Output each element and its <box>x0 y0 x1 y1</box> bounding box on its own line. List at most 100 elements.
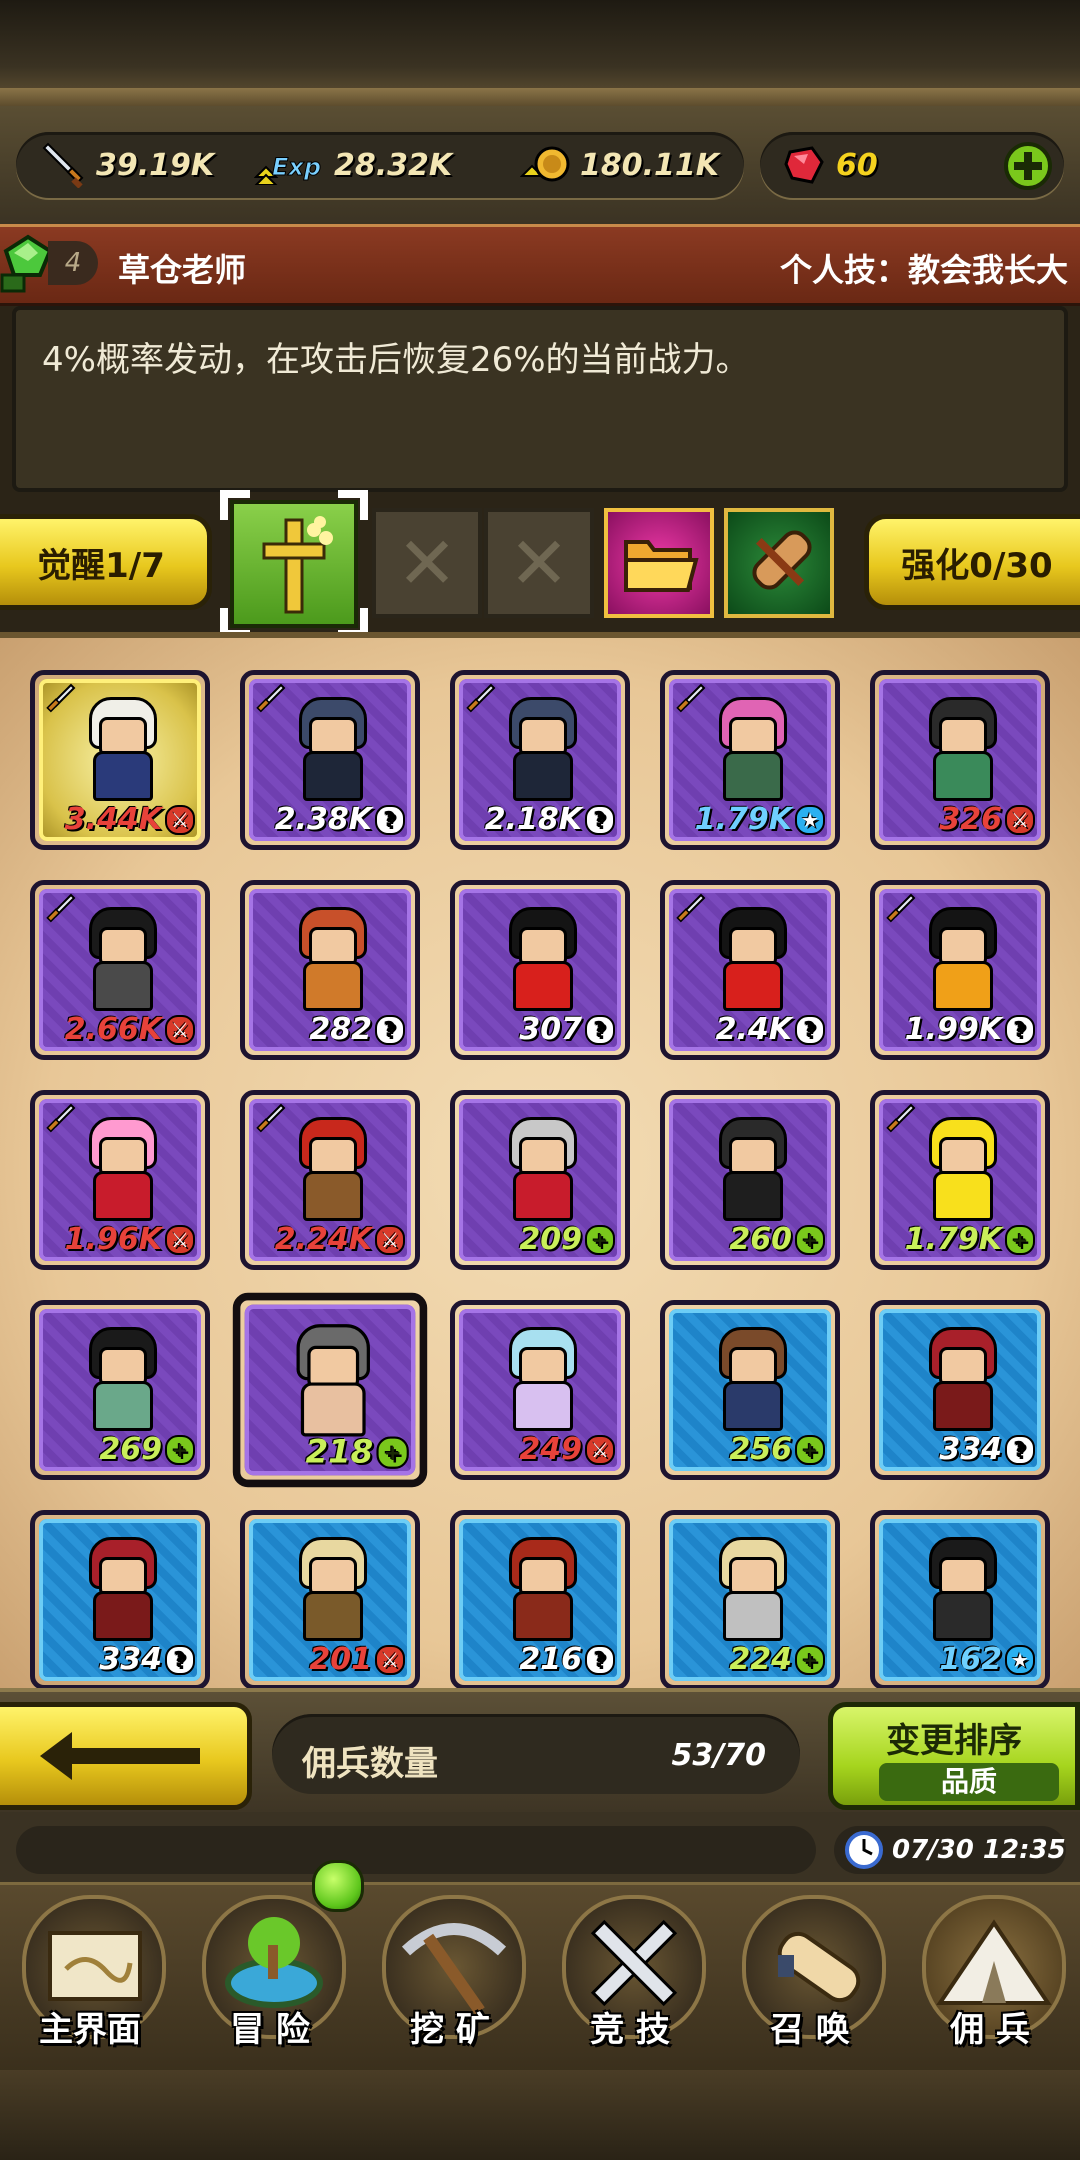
question-badge-icon: ? <box>165 1644 195 1675</box>
hero-portrait <box>293 907 367 1011</box>
hero-power: 1.96K ⚔ <box>65 1222 195 1257</box>
bottom-edge <box>0 2070 1080 2160</box>
hero-portrait <box>713 907 787 1011</box>
hero-card[interactable]: 1.79K ★ <box>660 670 840 850</box>
hero-power: 2.24K ⚔ <box>275 1222 405 1257</box>
nav-summon[interactable]: 召 唤 <box>720 1885 900 2073</box>
hero-portrait <box>713 1327 787 1431</box>
enhance-button[interactable]: 强化0/30 <box>864 514 1080 610</box>
attack-badge-icon: ⚔ <box>165 1014 195 1045</box>
hero-portrait <box>503 1537 577 1641</box>
exp-resource: Exp 28.32K <box>254 132 452 198</box>
nav-arena-label: 竞 技 <box>590 2010 670 2050</box>
equipped-sword-icon <box>676 893 706 923</box>
datetime: 07/30 12:35 <box>892 1835 1066 1865</box>
hero-card[interactable]: 1.79K + <box>870 1090 1050 1270</box>
hero-card[interactable]: 282? <box>240 880 420 1060</box>
exp-icon: Exp <box>254 153 322 185</box>
question-badge-icon: ? <box>585 804 615 835</box>
enhance-label: 强化0/30 <box>901 545 1053 586</box>
question-badge-icon: ? <box>375 1014 405 1045</box>
question-badge-icon: ? <box>1005 1434 1035 1465</box>
sort-label: 变更排序 <box>886 1721 1022 1761</box>
equipped-sword-icon <box>466 683 496 713</box>
hero-portrait <box>83 1327 157 1431</box>
skill-description: 4%概率发动，在攻击后恢复26%的当前战力。 <box>42 340 750 380</box>
sort-button[interactable]: 变更排序 品质 <box>828 1702 1080 1810</box>
hero-card[interactable]: 218 + <box>232 1292 428 1488</box>
status-bar: 07/30 12:35 <box>0 1812 1080 1882</box>
scroll-button[interactable] <box>724 508 834 618</box>
hero-portrait <box>923 1327 997 1431</box>
hero-card[interactable]: 209 + <box>450 1090 630 1270</box>
notification-dot <box>312 1860 364 1912</box>
resource-bar: 39.19K Exp 28.32K 180.11K 60 <box>0 106 1080 224</box>
hero-card[interactable]: 2.38K? <box>240 670 420 850</box>
hero-power: 334? <box>939 1432 1035 1467</box>
hero-power: 249 ⚔ <box>519 1432 615 1467</box>
mercenary-count-label: 佣兵数量 <box>302 1744 438 1784</box>
hero-power: 162 ★ <box>939 1642 1035 1677</box>
hero-card[interactable]: 162 ★ <box>870 1510 1050 1690</box>
nav-adventure[interactable]: 冒 险 <box>180 1885 360 2073</box>
hero-portrait <box>923 907 997 1011</box>
hero-card[interactable]: 3.44K ⚔ <box>30 670 210 850</box>
sort-mode: 品质 <box>879 1763 1059 1801</box>
nav-mining[interactable]: 挖 矿 <box>360 1885 540 2073</box>
top-background <box>0 0 1080 95</box>
awaken-slot-empty-1[interactable]: ✕ <box>372 508 482 618</box>
hero-card[interactable]: 256 + <box>660 1300 840 1480</box>
selection-brackets <box>220 490 368 638</box>
hero-card[interactable]: 2.18K? <box>450 670 630 850</box>
hero-power: 224 + <box>729 1642 825 1677</box>
hero-card[interactable]: 269 + <box>30 1300 210 1480</box>
nav-arena[interactable]: 竞 技 <box>540 1885 720 2073</box>
hero-skill: 个人技：教会我长大 <box>779 251 1068 289</box>
back-button[interactable] <box>0 1702 252 1810</box>
awaken-slot-1[interactable] <box>220 490 368 638</box>
hero-portrait <box>923 1117 997 1221</box>
hero-name: 草仓老师 <box>118 251 247 289</box>
left-arrow-icon <box>40 1732 200 1780</box>
clock-icon <box>845 1831 883 1869</box>
nav-mercenary-label: 佣 兵 <box>950 2010 1030 2050</box>
nav-adventure-label: 冒 险 <box>230 2010 310 2050</box>
awaken-button[interactable]: 觉醒1/7 <box>0 514 212 610</box>
hero-card[interactable]: 326 ⚔ <box>870 670 1050 850</box>
hero-portrait <box>83 1537 157 1641</box>
nav-summon-label: 召 唤 <box>770 2010 850 2050</box>
plus-badge-icon: + <box>376 1435 409 1469</box>
hero-card[interactable]: 216? <box>450 1510 630 1690</box>
equipped-sword-icon <box>886 1103 916 1133</box>
hero-card[interactable]: 260 + <box>660 1090 840 1270</box>
hero-card[interactable]: 1.99K? <box>870 880 1050 1060</box>
hero-power: 2.66K ⚔ <box>65 1012 195 1047</box>
ruby-icon <box>784 146 824 184</box>
add-gems-button[interactable] <box>1004 142 1052 190</box>
hero-card[interactable]: 249 ⚔ <box>450 1300 630 1480</box>
hero-card[interactable]: 1.96K ⚔ <box>30 1090 210 1270</box>
hero-power-value: 269 <box>99 1432 162 1467</box>
nav-mercenary[interactable]: 佣 兵 <box>900 1885 1080 2073</box>
gold-coin-icon <box>520 146 570 182</box>
hero-card[interactable]: 334? <box>870 1300 1050 1480</box>
attack-resource: 39.19K <box>40 132 214 198</box>
plus-badge-icon: + <box>585 1224 615 1255</box>
hero-card[interactable]: 334? <box>30 1510 210 1690</box>
sword-icon <box>42 142 84 188</box>
hero-card[interactable]: 2.4K? <box>660 880 840 1060</box>
nav-main[interactable]: 主界面 <box>0 1885 180 2073</box>
hero-card[interactable]: 201 ⚔ <box>240 1510 420 1690</box>
hero-card[interactable]: 2.66K ⚔ <box>30 880 210 1060</box>
hero-power-value: 2.18K <box>484 802 582 837</box>
hero-name-bar: 4 草仓老师 个人技：教会我长大 <box>0 224 1080 306</box>
hero-power-value: 1.79K <box>904 1222 1002 1257</box>
folder-button[interactable] <box>604 508 714 618</box>
hero-card[interactable]: 307? <box>450 880 630 1060</box>
bottom-nav: 主界面 冒 险 挖 矿 竞 技 召 唤 佣 兵 <box>0 1882 1080 2073</box>
hero-power: 307? <box>519 1012 615 1047</box>
hero-card[interactable]: 224 + <box>660 1510 840 1690</box>
awaken-slot-empty-2[interactable]: ✕ <box>484 508 594 618</box>
hero-portrait <box>503 697 577 801</box>
hero-card[interactable]: 2.24K ⚔ <box>240 1090 420 1270</box>
